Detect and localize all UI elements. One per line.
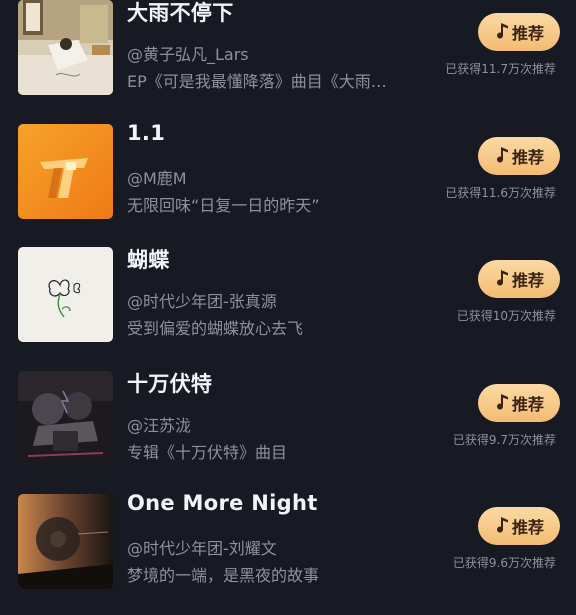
recommend-button[interactable]: 推荐 (478, 383, 560, 422)
music-note-icon (494, 270, 510, 288)
song-artist[interactable]: @时代少年团-刘耀文 (127, 535, 277, 559)
song-artist[interactable]: @汪苏泷 (127, 412, 191, 436)
recommend-button-label: 推荐 (511, 518, 544, 537)
recommend-button[interactable]: 推荐 (478, 13, 560, 51)
song-artist[interactable]: @M鹿M (127, 165, 187, 189)
album-cover-image (18, 0, 113, 95)
recommend-count: 已获得9.6万次推荐 (452, 556, 556, 570)
song-description: 梦境的一端，是黑夜的故事 (127, 566, 320, 585)
album-cover-image (18, 123, 113, 219)
album-cover-night[interactable] (18, 494, 113, 589)
list-item[interactable]: 蝴蝶 @时代少年团-张真源 受到偏爱的蝴蝶放心去飞 推荐 已获得10万次推荐 (0, 226, 576, 350)
recommend-button-label: 推荐 (511, 24, 544, 43)
song-title[interactable]: 1.1 (127, 121, 165, 145)
song-description: EP《可是我最懂降落》曲目《大雨… (127, 72, 387, 91)
recommend-button-label: 推荐 (511, 147, 544, 167)
song-artist[interactable]: @黄子弘凡_Lars (127, 41, 249, 65)
album-cover-image (18, 370, 113, 466)
song-title[interactable]: 大雨不停下 (127, 0, 234, 27)
recommend-button-label: 推荐 (511, 271, 544, 290)
album-cover-rain[interactable] (18, 0, 113, 95)
album-cover-volt[interactable] (18, 370, 113, 466)
song-list: 大雨不停下 @黄子弘凡_Lars EP《可是我最懂降落》曲目《大雨… 推荐 已获… (0, 0, 576, 597)
album-cover-butterfly[interactable] (18, 247, 113, 342)
song-artist[interactable]: @时代少年团-张真源 (127, 288, 277, 312)
song-title[interactable]: 十万伏特 (127, 368, 212, 398)
recommend-count: 已获得11.6万次推荐 (445, 185, 556, 200)
recommend-count: 已获得11.7万次推荐 (445, 62, 556, 76)
song-description: 专辑《十万伏特》曲目 (127, 442, 288, 462)
recommend-count: 已获得10万次推荐 (456, 309, 556, 323)
recommend-button[interactable]: 推荐 (478, 507, 560, 545)
recommend-button[interactable]: 推荐 (478, 260, 560, 298)
song-description: 受到偏爱的蝴蝶放心去飞 (127, 319, 304, 338)
list-item[interactable]: One More Night @时代少年团-刘耀文 梦境的一端，是黑夜的故事 推… (0, 473, 576, 597)
music-note-icon (494, 517, 510, 535)
recommend-button-label: 推荐 (511, 394, 544, 414)
song-description: 无限回味“日复一日的昨天” (127, 195, 320, 215)
album-cover-image (18, 494, 113, 589)
list-item[interactable]: 大雨不停下 @黄子弘凡_Lars EP《可是我最懂降落》曲目《大雨… 推荐 已获… (0, 0, 576, 103)
music-note-icon (494, 146, 510, 165)
recommend-count: 已获得9.7万次推荐 (452, 432, 556, 447)
recommend-button[interactable]: 推荐 (478, 136, 560, 175)
music-note-icon (494, 23, 510, 41)
list-item[interactable]: 十万伏特 @汪苏泷 专辑《十万伏特》曲目 推荐 已获得9.7万次推荐 (0, 350, 576, 474)
song-title[interactable]: 蝴蝶 (127, 244, 170, 274)
song-title[interactable]: One More Night (127, 491, 318, 515)
album-cover-orange[interactable] (18, 123, 113, 219)
list-item[interactable]: 1.1 @M鹿M 无限回味“日复一日的昨天” 推荐 已获得11.6万次推荐 (0, 103, 576, 227)
music-note-icon (494, 393, 510, 412)
album-cover-image (18, 247, 113, 342)
